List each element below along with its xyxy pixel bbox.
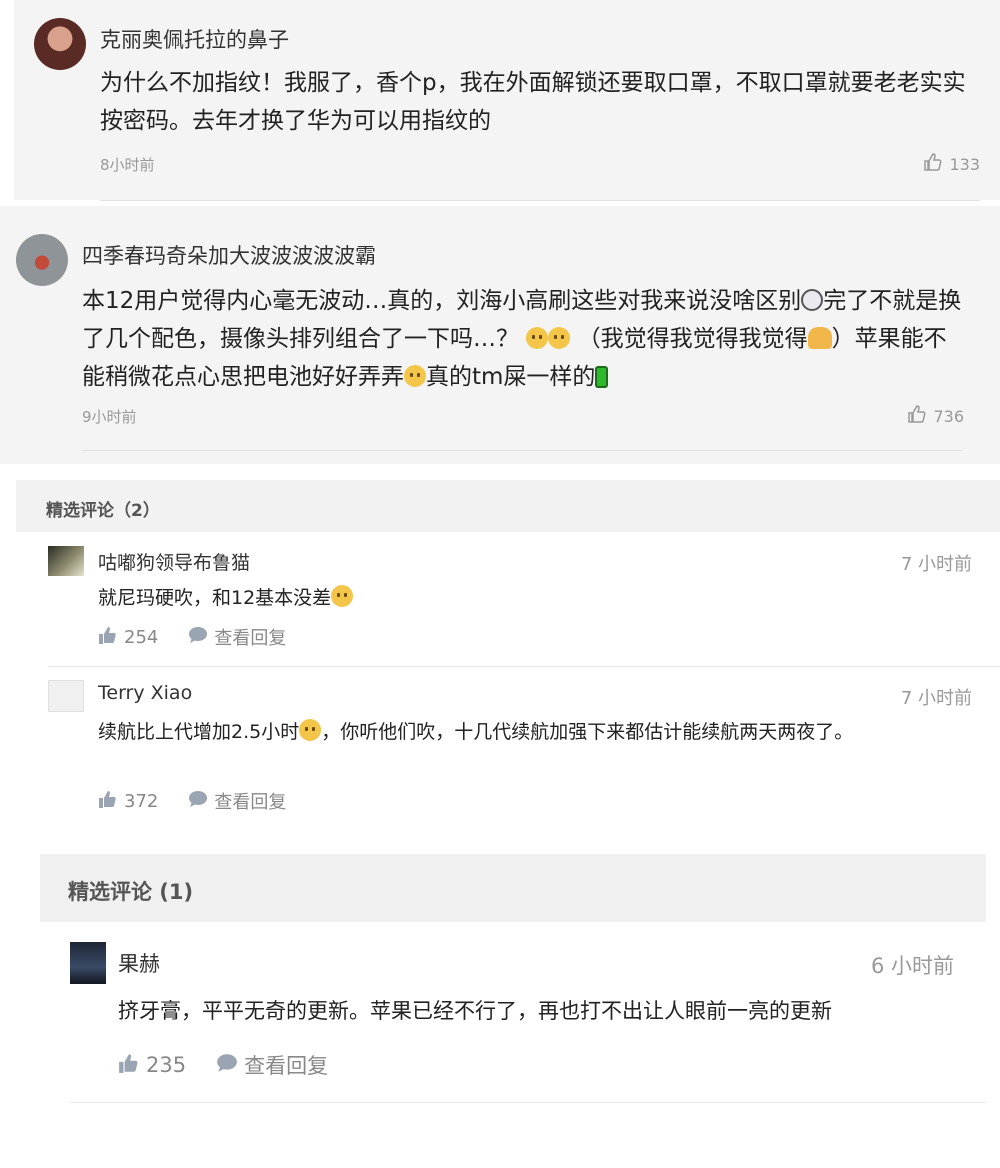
divider [48,666,1000,667]
username[interactable]: 果赫 [118,948,160,978]
comment-actions: 372 查看回复 [98,788,316,814]
view-replies-label: 查看回复 [214,628,287,649]
thumbs-up-filled-icon [98,626,118,649]
comment-text-part: 真的tm屎一样的 [426,364,596,390]
battery-emoji-icon [595,366,609,388]
like-button[interactable]: 736 [907,404,964,428]
comment-text-part: 就尼玛硬吹，和12基本没差 [98,587,332,609]
section-title: 精选评论（2） [46,501,160,521]
view-replies-button[interactable]: 查看回复 [216,1050,328,1080]
comment-actions: 235 查看回复 [118,1050,358,1080]
like-count: 254 [124,626,159,648]
smile-emoji-icon [526,327,549,349]
avatar[interactable] [34,18,86,70]
like-button[interactable]: 133 [923,152,980,176]
featured-comments-panel: 精选评论 (1) 果赫 6 小时前 挤牙膏，平平无奇的更新。苹果已经不行了，再也… [40,854,986,1104]
avatar[interactable] [70,942,106,984]
thumbs-up-outline-icon [907,404,927,428]
featured-comments-panel: 精选评论（2） 咕嘟狗领导布鲁猫 7 小时前 就尼玛硬吹，和12基本没差 254… [16,480,1000,820]
divider [82,450,962,451]
comment-text-part: （我觉得我觉得我觉得 [577,326,808,352]
timestamp: 6 小时前 [870,954,954,978]
username[interactable]: 四季春玛奇朵加大波波波波波霸 [82,240,376,270]
section-title: 精选评论 (1) [68,880,194,904]
comment-text: 挤牙膏，平平无奇的更新。苹果已经不行了，再也打不出让人眼前一亮的更新 [118,999,832,1023]
avatar[interactable] [48,680,84,712]
thumbs-up-filled-icon [118,1053,140,1078]
speech-bubble-icon [188,790,208,813]
username[interactable]: 咕嘟狗领导布鲁猫 [98,548,250,575]
comment-text: 为什么不加指纹！我服了，香个p，我在外面解锁还要取口罩，不取口罩就要老老实实按密… [100,70,966,134]
username[interactable]: 克丽奥佩托拉的鼻子 [100,24,289,54]
like-button[interactable]: 254 [98,626,158,649]
thumbs-up-filled-icon [98,790,118,813]
pray-emoji-icon [807,327,832,349]
divider [100,200,980,201]
avatar[interactable] [48,546,84,576]
like-count: 133 [949,154,980,174]
username[interactable]: Terry Xiao [98,682,192,704]
football-emoji-icon [801,289,824,311]
comment-actions: 254 查看回复 [98,624,316,650]
featured-header-bar [16,480,1000,532]
view-replies-label: 查看回复 [214,792,287,813]
comment-card-2: 四季春玛奇朵加大波波波波波霸 本12用户觉得内心毫无波动…真的，刘海小高刷这些对… [0,206,1000,464]
timestamp: 7 小时前 [900,554,972,575]
like-count: 235 [146,1053,187,1077]
comment-text: 就尼玛硬吹，和12基本没差 [98,582,354,614]
divider [70,1102,986,1103]
laughing-emoji-icon [331,585,354,607]
timestamp: 7 小时前 [900,688,972,709]
like-count: 736 [933,406,964,426]
like-button[interactable]: 372 [98,790,158,813]
avatar[interactable] [16,234,68,286]
comment-text: 本12用户觉得内心毫无波动…真的，刘海小高刷这些对我来说没啥区别 完了不就是换了几… [82,282,962,396]
timestamp: 9小时前 [82,408,137,426]
timestamp: 8小时前 [100,156,155,174]
view-replies-button[interactable]: 查看回复 [188,788,286,814]
smile-emoji-icon [548,327,571,349]
like-button[interactable]: 235 [118,1053,186,1078]
comment-text-part: ，你听他们吹，十几代续航加强下来都估计能续航两天两夜了。 [321,721,854,743]
speech-bubble-icon [188,626,208,649]
view-replies-label: 查看回复 [244,1054,329,1078]
comment-text: 续航比上代增加2.5小时 ，你听他们吹，十几代续航加强下来都估计能续航两天两夜了。 [98,716,978,748]
view-replies-button[interactable]: 查看回复 [188,624,286,650]
smile-emoji-icon [404,365,426,387]
comment-text-part: 续航比上代增加2.5小时 [98,721,300,743]
comment-card-1: 克丽奥佩托拉的鼻子 为什么不加指纹！我服了，香个p，我在外面解锁还要取口罩，不取… [14,0,1000,200]
speech-bubble-icon [216,1053,238,1078]
like-count: 372 [124,790,159,812]
comment-text-part: 本12用户觉得内心毫无波动…真的，刘海小高刷这些对我来说没啥区别 [82,288,802,314]
thumbs-up-outline-icon [923,152,943,176]
sweat-emoji-icon [299,719,322,741]
